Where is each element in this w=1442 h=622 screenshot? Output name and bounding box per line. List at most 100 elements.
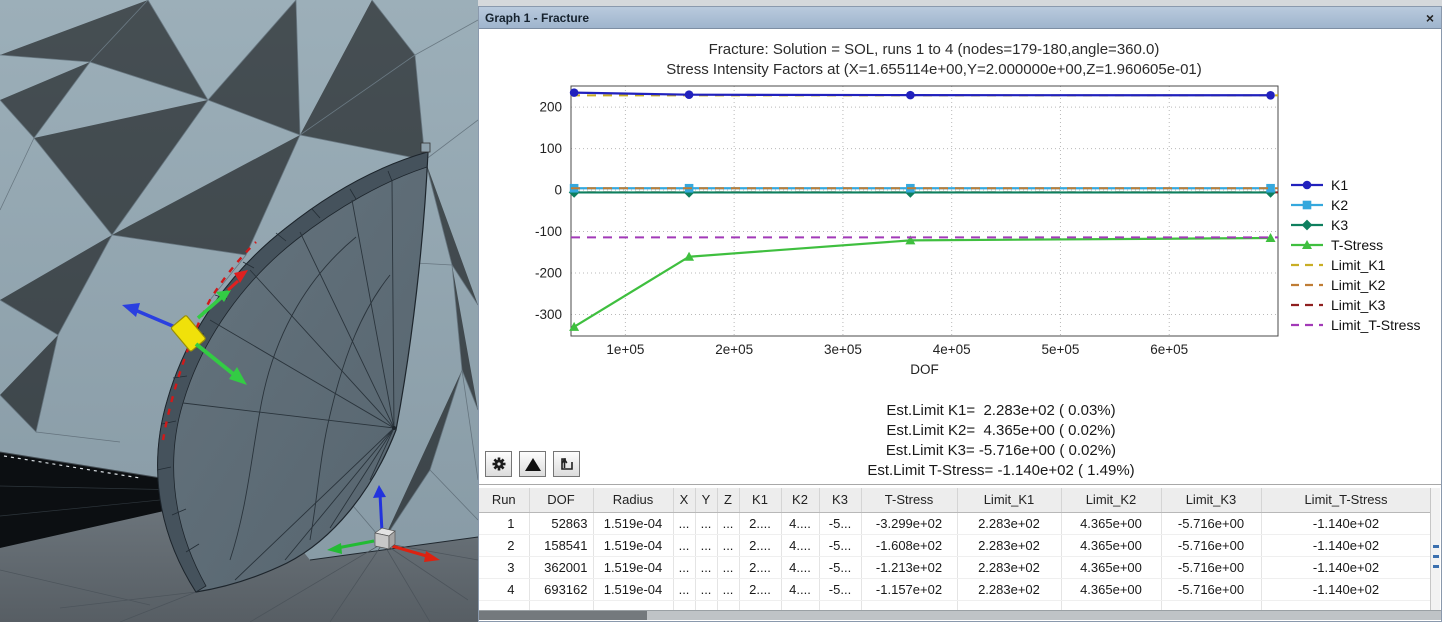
disc-tip-node (421, 143, 430, 152)
table-header-cell[interactable]: Z (717, 488, 739, 512)
legend-label: Limit_K3 (1331, 297, 1386, 313)
table-header-cell[interactable]: Radius (593, 488, 673, 512)
table-cell: 2.... (739, 534, 781, 556)
scrollbar-mark (1433, 545, 1439, 548)
y-axis-tick-label: -300 (535, 307, 562, 322)
x-axis-tick-label: 6e+05 (1150, 342, 1188, 357)
x-axis-tick-label: 3e+05 (824, 342, 862, 357)
table-cell: 4.... (781, 556, 819, 578)
table-cell: -1.140e+02 (1261, 556, 1431, 578)
horizontal-scrollbar[interactable] (479, 610, 1441, 620)
legend-item-K1: K1 (1291, 177, 1348, 193)
table-cell: -5... (819, 578, 861, 600)
table-header-cell[interactable]: K2 (781, 488, 819, 512)
table-cell: -5.716e+00 (1161, 578, 1261, 600)
table-cell: -5.716e+00 (1161, 512, 1261, 534)
x-axis-tick-label: 2e+05 (715, 342, 753, 357)
table-cell: 2.... (739, 512, 781, 534)
x-axis-label: DOF (910, 362, 939, 377)
table-cell: 4.365e+00 (1061, 512, 1161, 534)
table-header-cell[interactable]: Limit_T-Stress (1261, 488, 1431, 512)
marker-style-button[interactable] (519, 451, 546, 477)
table-cell: 4.... (781, 534, 819, 556)
close-icon[interactable]: × (1419, 10, 1441, 26)
settings-button[interactable] (485, 451, 512, 477)
series-line-K1 (574, 93, 1270, 96)
table-cell: -1.140e+02 (1261, 512, 1431, 534)
table-cell: -1.140e+02 (1261, 534, 1431, 556)
legend-item-Limit_K1: Limit_K1 (1291, 257, 1386, 273)
est-limit-tstress: Est.Limit T-Stress= -1.140e+02 ( 1.49%) (601, 461, 1401, 481)
est-limit-k1: Est.Limit K1= 2.283e+02 ( 0.03%) (601, 401, 1401, 421)
table-cell: 158541 (529, 534, 593, 556)
triad-z-axis (380, 494, 382, 532)
table-cell: -1.140e+02 (1261, 578, 1431, 600)
triangle-up-icon (525, 458, 541, 471)
table-cell: -1.608e+02 (861, 534, 957, 556)
horizontal-scrollbar-thumb[interactable] (479, 611, 647, 620)
table-cell: ... (673, 556, 695, 578)
y-axis-tick-label: -200 (535, 265, 562, 280)
legend-label: K3 (1331, 217, 1348, 233)
triad-origin-cube (375, 528, 395, 549)
table-cell: -5... (819, 512, 861, 534)
legend-label: Limit_T-Stress (1331, 317, 1420, 333)
legend-item-Limit_K3: Limit_K3 (1291, 297, 1386, 313)
table-header-cell[interactable]: Limit_K1 (957, 488, 1061, 512)
table-separator (479, 484, 1441, 485)
table-row[interactable]: 33620011.519e-04.........2....4....-5...… (479, 556, 1431, 578)
table-cell: 1.519e-04 (593, 512, 673, 534)
table-cell: 4.... (781, 578, 819, 600)
table-cell: 1.519e-04 (593, 578, 673, 600)
table-row[interactable]: 46931621.519e-04.........2....4....-5...… (479, 578, 1431, 600)
legend-label: Limit_K1 (1331, 257, 1386, 273)
chart-title-block: Fracture: Solution = SOL, runs 1 to 4 (n… (479, 40, 1389, 80)
table-cell: 362001 (529, 556, 593, 578)
table-cell: ... (717, 556, 739, 578)
table-header-cell[interactable]: Y (695, 488, 717, 512)
table-cell: 4.365e+00 (1061, 556, 1161, 578)
table-header-cell[interactable]: X (673, 488, 695, 512)
table-cell: ... (673, 534, 695, 556)
table-cell: ... (717, 578, 739, 600)
scrollbar-mark (1433, 555, 1439, 558)
legend-label: Limit_K2 (1331, 277, 1386, 293)
legend-label: K2 (1331, 197, 1348, 213)
legend-item-T-Stress: T-Stress (1291, 237, 1383, 253)
table-header-cell[interactable]: Limit_K3 (1161, 488, 1261, 512)
window-title-bar[interactable]: Graph 1 - Fracture × (479, 7, 1441, 29)
legend-item-Limit_K2: Limit_K2 (1291, 277, 1386, 293)
table-cell: 1.519e-04 (593, 556, 673, 578)
table-cell: ... (717, 534, 739, 556)
y-axis-tick-label: -100 (535, 224, 562, 239)
fracture-chart[interactable]: 1e+052e+053e+054e+055e+056e+052001000-10… (479, 79, 1442, 379)
table-cell: ... (673, 512, 695, 534)
vertical-scrollbar[interactable] (1430, 488, 1440, 613)
table-header-cell[interactable]: T-Stress (861, 488, 957, 512)
table-row[interactable]: 1528631.519e-04.........2....4....-5...-… (479, 512, 1431, 534)
export-graph-button[interactable] (553, 451, 580, 477)
table-cell: 4 (479, 578, 529, 600)
legend-item-Limit_T-Stress: Limit_T-Stress (1291, 317, 1420, 333)
table-cell: 2.... (739, 578, 781, 600)
table-cell: -5... (819, 556, 861, 578)
table-cell: 2.283e+02 (957, 512, 1061, 534)
table-header-cell[interactable]: Limit_K2 (1061, 488, 1161, 512)
table-header-cell[interactable]: K3 (819, 488, 861, 512)
table-cell: -5.716e+00 (1161, 534, 1261, 556)
table-cell: -1.157e+02 (861, 578, 957, 600)
table-cell: ... (695, 512, 717, 534)
scrollbar-mark (1433, 565, 1439, 568)
graph-toolbar (485, 451, 580, 477)
table-cell: -5.716e+00 (1161, 556, 1261, 578)
estimated-limits-block: Est.Limit K1= 2.283e+02 ( 0.03%) Est.Lim… (601, 401, 1401, 481)
table-row[interactable]: 21585411.519e-04.........2....4....-5...… (479, 534, 1431, 556)
x-axis-tick-label: 1e+05 (606, 342, 644, 357)
table-header-cell[interactable]: Run (479, 488, 529, 512)
graph-window: Graph 1 - Fracture × Fracture: Solution … (478, 6, 1442, 622)
table-cell: ... (717, 512, 739, 534)
table-header-cell[interactable]: DOF (529, 488, 593, 512)
results-table[interactable]: RunDOFRadiusXYZK1K2K3T-StressLimit_K1Lim… (479, 488, 1431, 613)
table-header-cell[interactable]: K1 (739, 488, 781, 512)
table-cell: -1.213e+02 (861, 556, 957, 578)
